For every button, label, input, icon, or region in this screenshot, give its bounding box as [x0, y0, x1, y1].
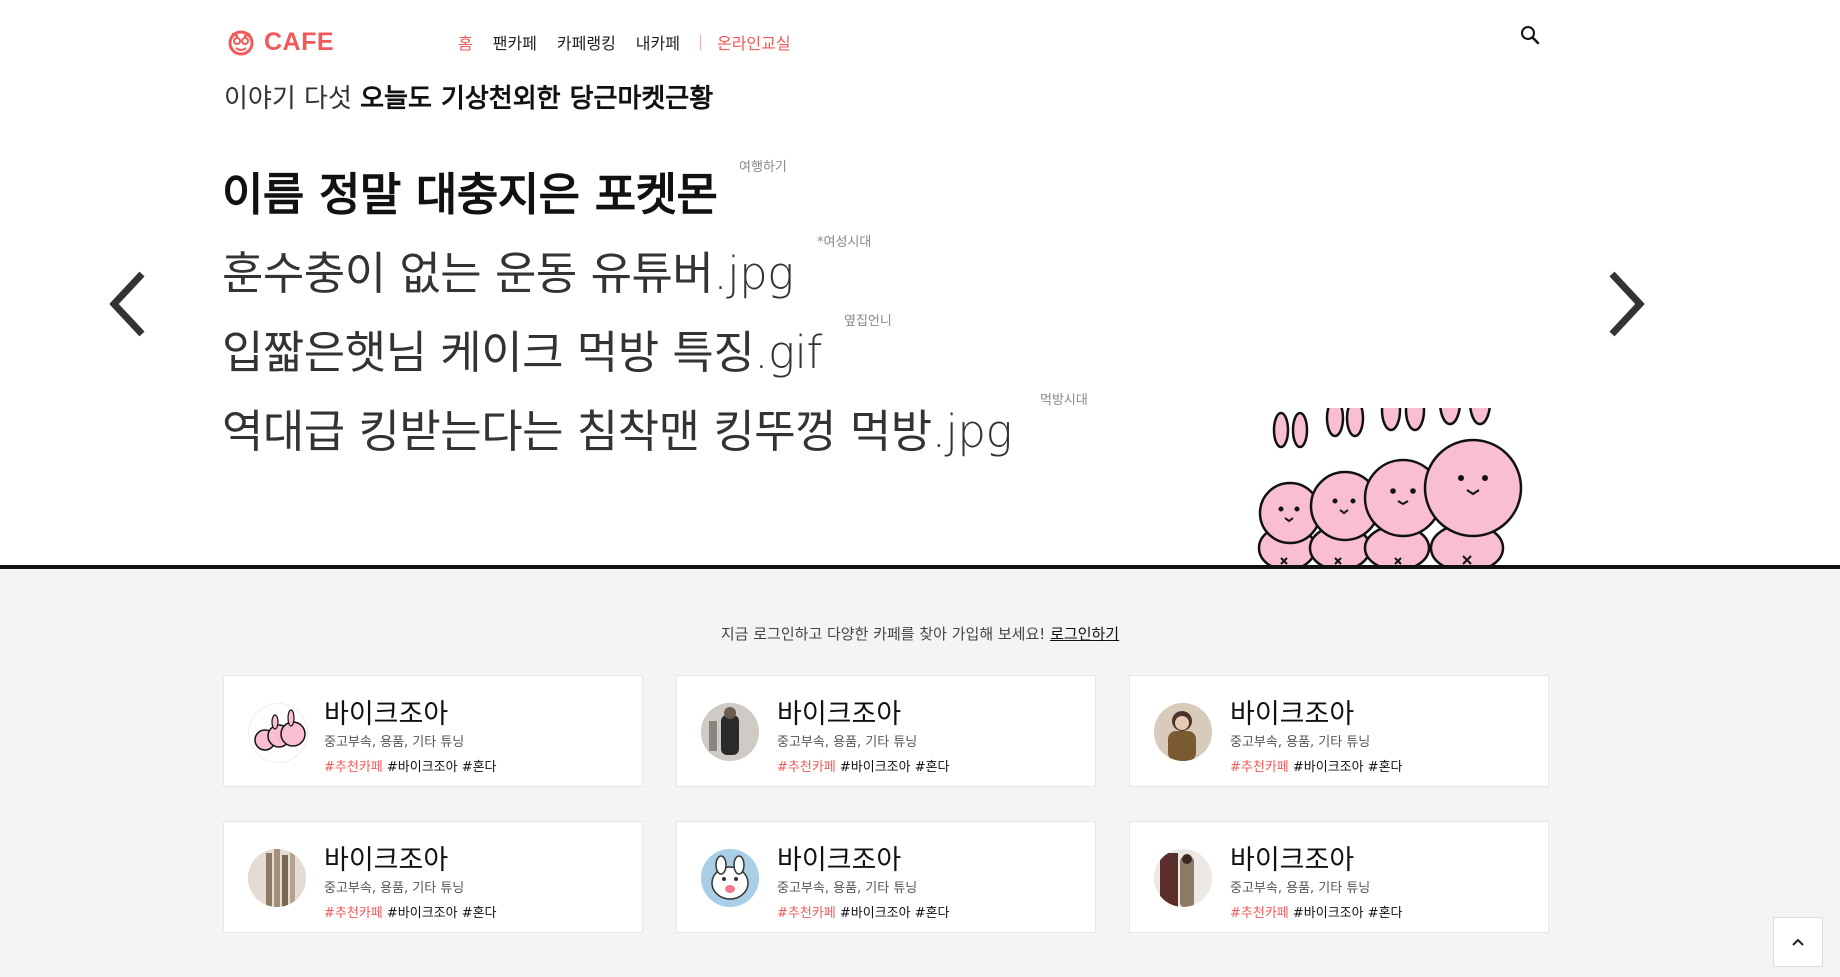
search-icon: [1521, 26, 1540, 45]
cafe-avatar: [248, 703, 308, 763]
hero-heading: 이야기 다섯 오늘도 기상천외한 당근마켓근황: [224, 78, 713, 115]
login-link[interactable]: 로그인하기: [1050, 625, 1119, 643]
main-nav: 홈 팬카페 카페랭킹 내카페 온라인교실: [458, 30, 791, 54]
cafe-description: 중고부속, 용품, 기타 튜닝: [1230, 881, 1371, 896]
story-tag: *여성시대: [817, 235, 872, 250]
cafe-tags: #추천카페 #바이크조아 #혼다: [777, 902, 950, 921]
cafe-tag-featured[interactable]: #추천카페: [777, 760, 836, 775]
cafe-tags: #추천카페 #바이크조아 #혼다: [777, 756, 950, 775]
cafe-name: 바이크조아: [777, 699, 902, 730]
cafe-name: 바이크조아: [324, 699, 449, 730]
cafe-tag-list[interactable]: #바이크조아 #혼다: [840, 906, 950, 921]
chevron-left-icon: [109, 271, 145, 337]
cafe-tags: #추천카페 #바이크조아 #혼다: [1230, 756, 1403, 775]
story-tag: 먹방시대: [1040, 393, 1088, 408]
cafe-description: 중고부속, 용품, 기타 튜닝: [324, 735, 465, 750]
cafe-card[interactable]: 바이크조아 중고부속, 용품, 기타 튜닝 #추천카페 #바이크조아 #혼다: [223, 821, 643, 933]
cafe-tag-list[interactable]: #바이크조아 #혼다: [387, 760, 497, 775]
story-item[interactable]: 훈수충이 없는 운동 유튜버.jpg *여성시대: [222, 235, 871, 302]
carousel-next-button[interactable]: [1602, 268, 1650, 340]
cafe-tag-list[interactable]: #바이크조아 #혼다: [840, 760, 950, 775]
login-prompt-text: 지금 로그인하고 다양한 카페를 찾아 가입해 보세요!: [720, 625, 1046, 643]
cafe-tag-featured[interactable]: #추천카페: [324, 906, 383, 921]
cafe-avatar: [701, 849, 759, 907]
story-title: 이름 정말 대충지은 포켓몬: [222, 168, 718, 221]
scroll-to-top-button[interactable]: [1773, 917, 1823, 967]
cafe-description: 중고부속, 용품, 기타 튜닝: [777, 735, 918, 750]
chevron-right-icon: [1609, 271, 1645, 337]
nav-fancafe[interactable]: 팬카페: [493, 30, 537, 54]
cafe-avatar: [701, 703, 759, 761]
cafe-tags: #추천카페 #바이크조아 #혼다: [324, 902, 497, 921]
carousel-prev-button[interactable]: [104, 268, 152, 340]
nav-divider: [699, 34, 701, 50]
nav-online-class[interactable]: 온라인교실: [717, 30, 791, 54]
logo-icon: [228, 30, 254, 56]
cafe-tag-featured[interactable]: #추천카페: [1230, 906, 1289, 921]
cafe-tag-list[interactable]: #바이크조아 #혼다: [1293, 906, 1403, 921]
story-item[interactable]: 이름 정말 대충지은 포켓몬 여행하기: [222, 158, 787, 223]
chevron-up-icon: [1792, 938, 1804, 946]
cafe-name: 바이크조아: [1230, 699, 1355, 730]
cafe-tag-featured[interactable]: #추천카페: [777, 906, 836, 921]
cafe-name: 바이크조아: [324, 845, 449, 876]
nav-home[interactable]: 홈: [458, 30, 473, 54]
cafe-tag-featured[interactable]: #추천카페: [324, 760, 383, 775]
nav-my-cafe[interactable]: 내카페: [636, 30, 680, 54]
story-tag: 여행하기: [739, 160, 787, 175]
cafe-card[interactable]: 바이크조아 중고부속, 용품, 기타 튜닝 #추천카페 #바이크조아 #혼다: [676, 821, 1096, 933]
cafe-tag-featured[interactable]: #추천카페: [1230, 760, 1289, 775]
hero-heading-bold: 오늘도 기상천외한 당근마켓근황: [360, 84, 714, 114]
story-item[interactable]: 입짧은햇님 케이크 먹방 특징.gif 옆집언니: [222, 314, 892, 381]
cafe-avatar: [248, 849, 306, 907]
cafe-tags: #추천카페 #바이크조아 #혼다: [1230, 902, 1403, 921]
cafe-name: 바이크조아: [777, 845, 902, 876]
nav-cafe-ranking[interactable]: 카페랭킹: [557, 30, 616, 54]
cafe-tags: #추천카페 #바이크조아 #혼다: [324, 756, 497, 775]
login-prompt: 지금 로그인하고 다양한 카페를 찾아 가입해 보세요! 로그인하기: [0, 623, 1840, 644]
cafe-name: 바이크조아: [1230, 845, 1355, 876]
logo-text: CAFE: [264, 27, 335, 56]
cafe-tag-list[interactable]: #바이크조아 #혼다: [387, 906, 497, 921]
hero-heading-prefix: 이야기 다섯: [224, 84, 352, 114]
logo[interactable]: CAFE: [226, 27, 334, 57]
search-button[interactable]: [1518, 23, 1542, 47]
cafe-tag-list[interactable]: #바이크조아 #혼다: [1293, 760, 1403, 775]
cafe-avatar: [1154, 849, 1212, 907]
cafe-description: 중고부속, 용품, 기타 튜닝: [777, 881, 918, 896]
cafe-card[interactable]: 바이크조아 중고부속, 용품, 기타 튜닝 #추천카페 #바이크조아 #혼다: [1129, 821, 1549, 933]
cafe-description: 중고부속, 용품, 기타 튜닝: [1230, 735, 1371, 750]
story-title: 역대급 킹받는다는 침착맨 킹뚜껑 먹방.jpg: [222, 405, 1013, 458]
cafe-card[interactable]: 바이크조아 중고부속, 용품, 기타 튜닝 #추천카페 #바이크조아 #혼다: [676, 675, 1096, 787]
story-tag: 옆집언니: [844, 314, 892, 329]
bunny-mascot-illustration: [1257, 408, 1523, 570]
story-item[interactable]: 역대급 킹받는다는 침착맨 킹뚜껑 먹방.jpg 먹방시대: [222, 393, 1088, 460]
story-title: 입짧은햇님 케이크 먹방 특징.gif: [222, 326, 822, 379]
story-title: 훈수충이 없는 운동 유튜버.jpg: [222, 247, 794, 300]
cafe-card[interactable]: 바이크조아 중고부속, 용품, 기타 튜닝 #추천카페 #바이크조아 #혼다: [1129, 675, 1549, 787]
cafe-card[interactable]: 바이크조아 중고부속, 용품, 기타 튜닝 #추천카페 #바이크조아 #혼다: [223, 675, 643, 787]
cafe-description: 중고부속, 용품, 기타 튜닝: [324, 881, 465, 896]
cafe-avatar: [1154, 703, 1212, 761]
